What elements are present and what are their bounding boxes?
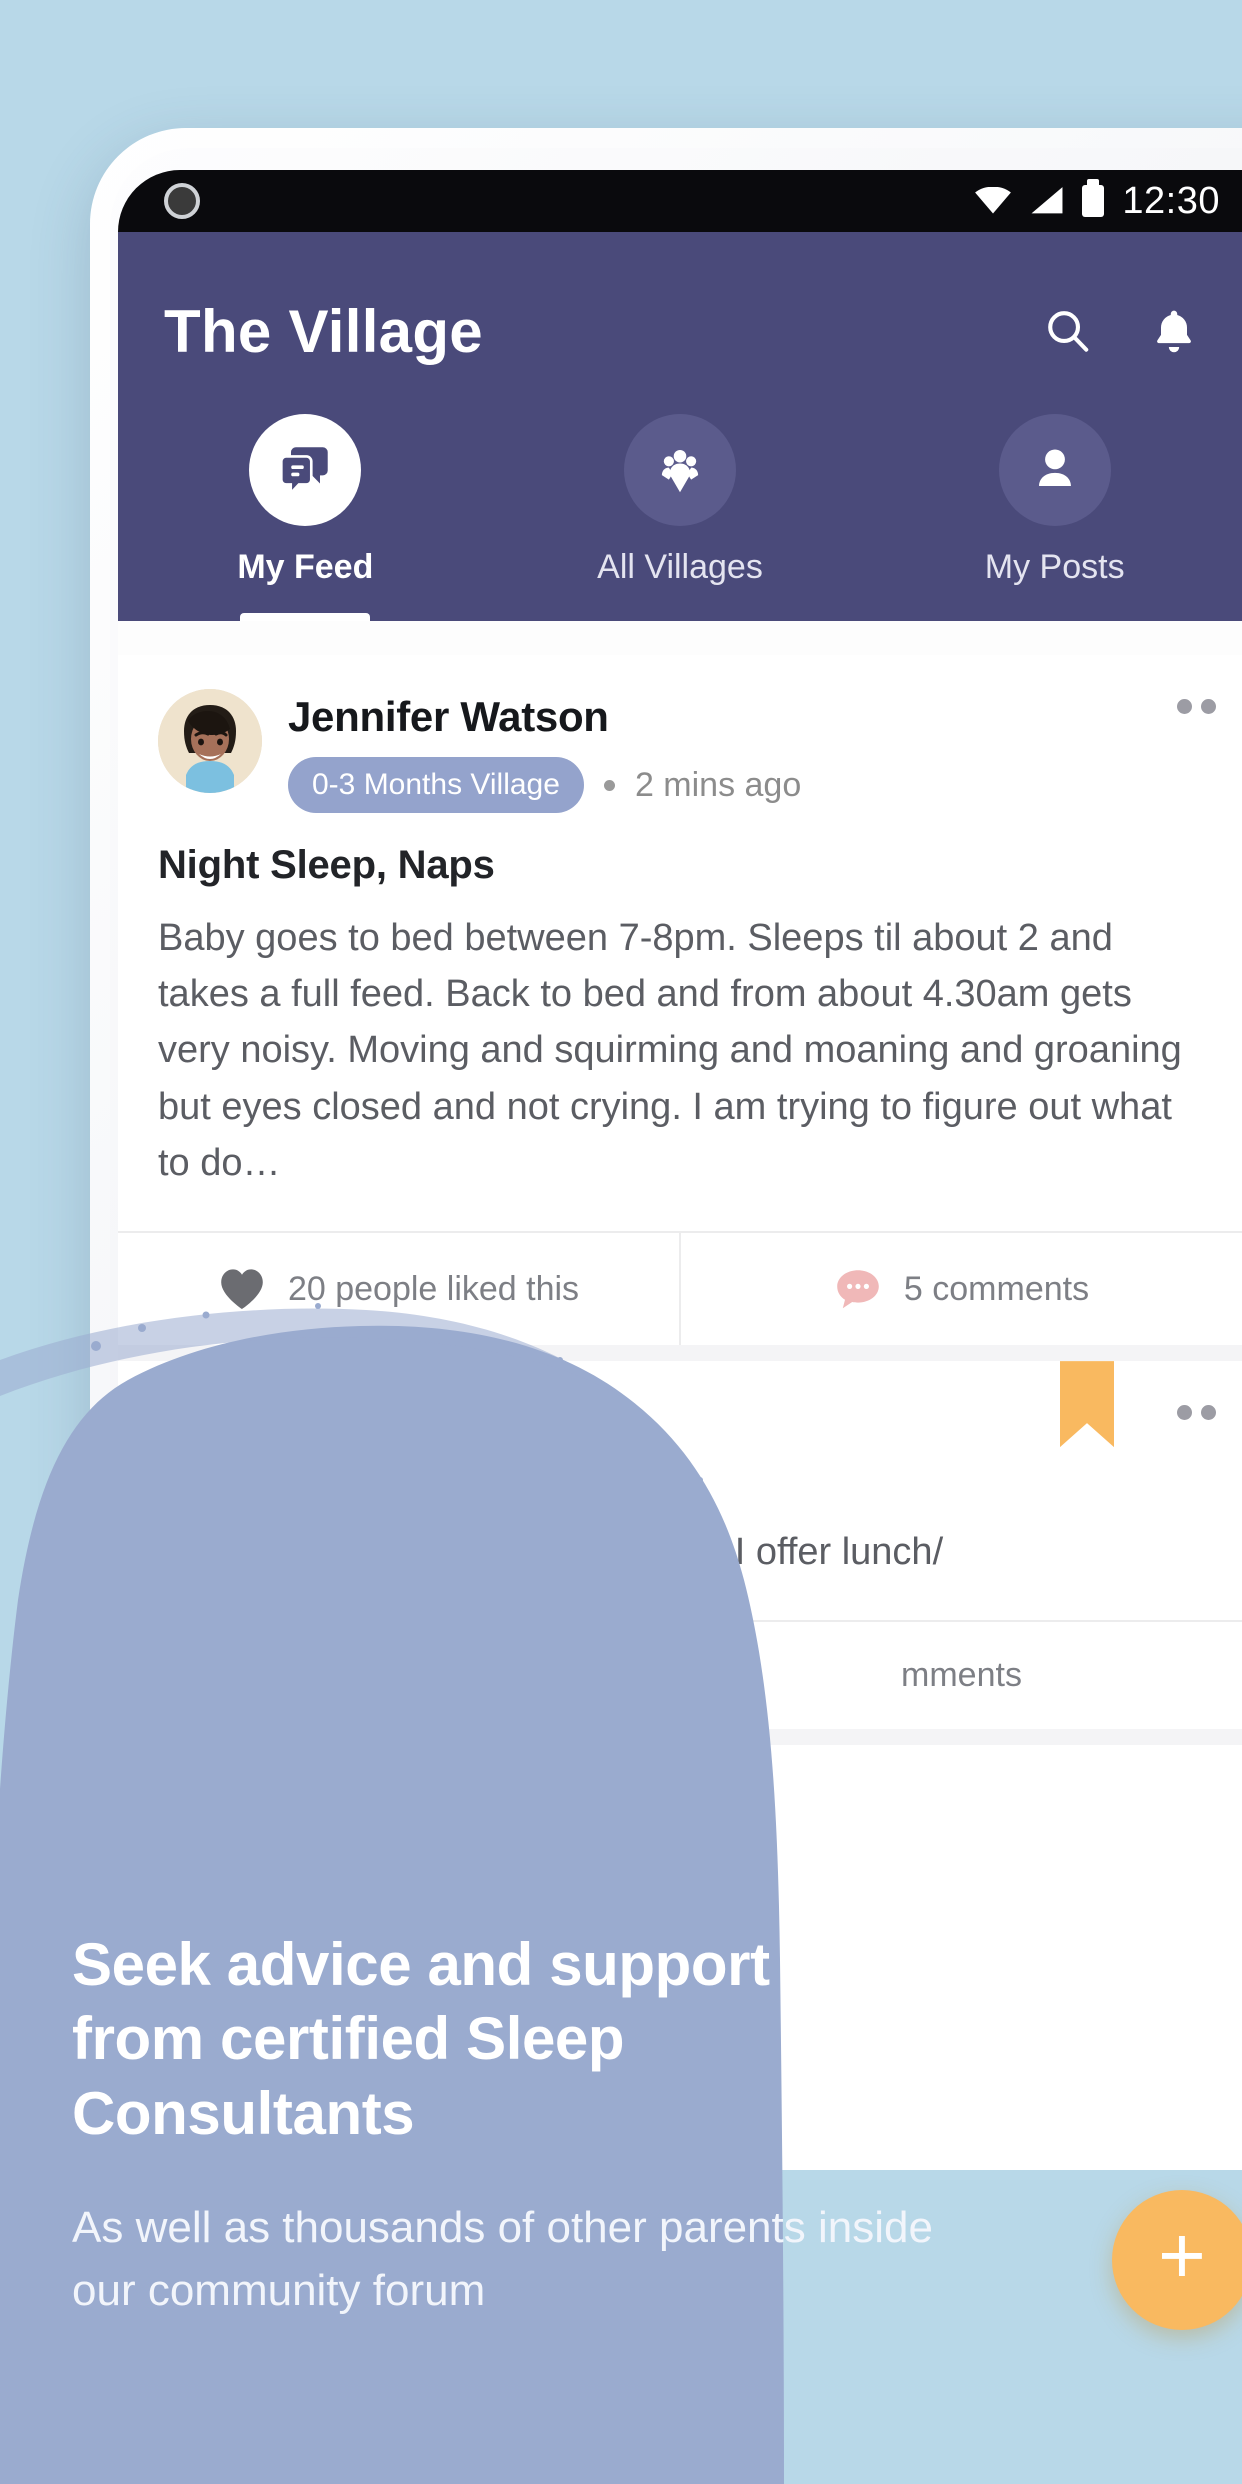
feed-list[interactable]: Jennifer Watson 0-3 Months Village 2 min… <box>118 621 1242 1946</box>
avatar[interactable] <box>158 1395 262 1500</box>
app-bar-top-row: The Village <box>118 276 1242 386</box>
wifi-icon <box>975 187 1012 214</box>
page-title: The Village <box>164 297 483 365</box>
avatar[interactable] <box>158 689 262 793</box>
tab-my-posts-indicator <box>990 613 1120 621</box>
like-action[interactable]: 20 people liked this <box>118 1233 679 1345</box>
tab-my-posts-label: My Posts <box>984 548 1125 586</box>
post-author-name: ia Jensen <box>288 1399 477 1447</box>
tab-all-villages[interactable]: All Villages <box>493 414 868 621</box>
status-bar-time: 12:30 <box>1122 179 1220 222</box>
feed-post[interactable] <box>118 1745 1242 1946</box>
post-meta-row: 0-3 Months Village 2 mins ago <box>288 757 801 813</box>
tab-all-villages-indicator <box>615 613 745 621</box>
post-body: Baby goes to bed between 7-8pm. Sleeps t… <box>158 917 1182 1184</box>
front-camera-dot-icon <box>164 183 200 219</box>
search-icon[interactable] <box>1042 305 1094 357</box>
post-action-bar: 20 people liked this 5 comments <box>118 1231 1242 1346</box>
post-timestamp: 2 mins ago <box>634 765 802 804</box>
tab-all-villages-circle <box>624 414 736 526</box>
tab-my-posts[interactable]: My Posts <box>867 414 1242 621</box>
tab-my-posts-circle <box>998 414 1111 526</box>
people-group-icon <box>661 449 699 493</box>
marketing-subtext: As well as thousands of other parents in… <box>72 2203 933 2315</box>
post-meta: ia Jensen 2 mins ago <box>288 1395 485 1502</box>
like-action[interactable] <box>118 1622 679 1729</box>
tab-my-feed[interactable]: My Feed <box>118 414 493 621</box>
tab-bar: My Feed All Villages My Posts <box>118 386 1242 621</box>
post-options-icon[interactable] <box>1177 699 1216 714</box>
chat-bubbles-icon <box>280 447 329 497</box>
tab-active-indicator <box>240 613 371 621</box>
feed-top-spacer <box>118 621 1242 655</box>
comment-count-label: 5 comments <box>903 1269 1090 1308</box>
tab-all-villages-label: All Villages <box>597 548 763 586</box>
status-bar-indicators: 12:30 <box>974 179 1226 223</box>
village-chip[interactable]: 0-3 Months Village <box>288 757 584 813</box>
battery-icon <box>1082 179 1105 217</box>
post-meta-row: 2 mins ago <box>288 1463 485 1502</box>
separator-dot <box>603 779 615 791</box>
signal-icon <box>1031 187 1063 214</box>
person-icon <box>1038 449 1071 486</box>
tab-my-feed-label: My Feed <box>237 548 374 586</box>
separator-dot <box>288 1477 299 1489</box>
post-meta: Jennifer Watson 0-3 Months Village 2 min… <box>288 689 801 813</box>
tab-my-feed-circle <box>249 414 362 526</box>
comment-count-label: mments <box>901 1656 1022 1695</box>
post-header <box>118 1745 1242 1884</box>
like-count-label: 20 people liked this <box>287 1269 580 1308</box>
marketing-headline: Seek advice and support from certified S… <box>72 1930 770 2147</box>
post-timestamp: 2 mins ago <box>319 1463 486 1502</box>
app-bar-actions <box>1042 305 1200 357</box>
marketing-copy: Seek advice and support from certified S… <box>0 1928 1242 2484</box>
post-action-bar: mments <box>118 1620 1242 1730</box>
notifications-bell-icon[interactable] <box>1148 305 1200 357</box>
comment-action[interactable]: mments <box>679 1622 1242 1730</box>
post-title: Night Sleep, Naps <box>158 843 495 887</box>
post-author-name: Jennifer Watson <box>288 693 609 740</box>
comment-bubble-icon <box>837 1270 879 1309</box>
avatar[interactable] <box>158 1779 262 1884</box>
heart-icon <box>221 1269 263 1310</box>
comment-action[interactable]: 5 comments <box>679 1233 1242 1346</box>
post-header: Jennifer Watson 0-3 Months Village 2 min… <box>118 655 1242 813</box>
feed-post[interactable]: Jennifer Watson 0-3 Months Village 2 min… <box>118 655 1242 1346</box>
phone-screen: 12:30 The Village My Feed All Villages M… <box>118 170 1242 2170</box>
status-bar: 12:30 <box>118 170 1242 232</box>
post-body: re should I be ? He usually d then I off… <box>158 1531 944 1574</box>
feed-post[interactable]: ia Jensen 2 mins ago re should I be ? He… <box>118 1361 1242 1730</box>
app-bar: The Village My Feed All Villages My Post… <box>118 232 1242 621</box>
post-options-icon[interactable] <box>1177 1405 1216 1421</box>
